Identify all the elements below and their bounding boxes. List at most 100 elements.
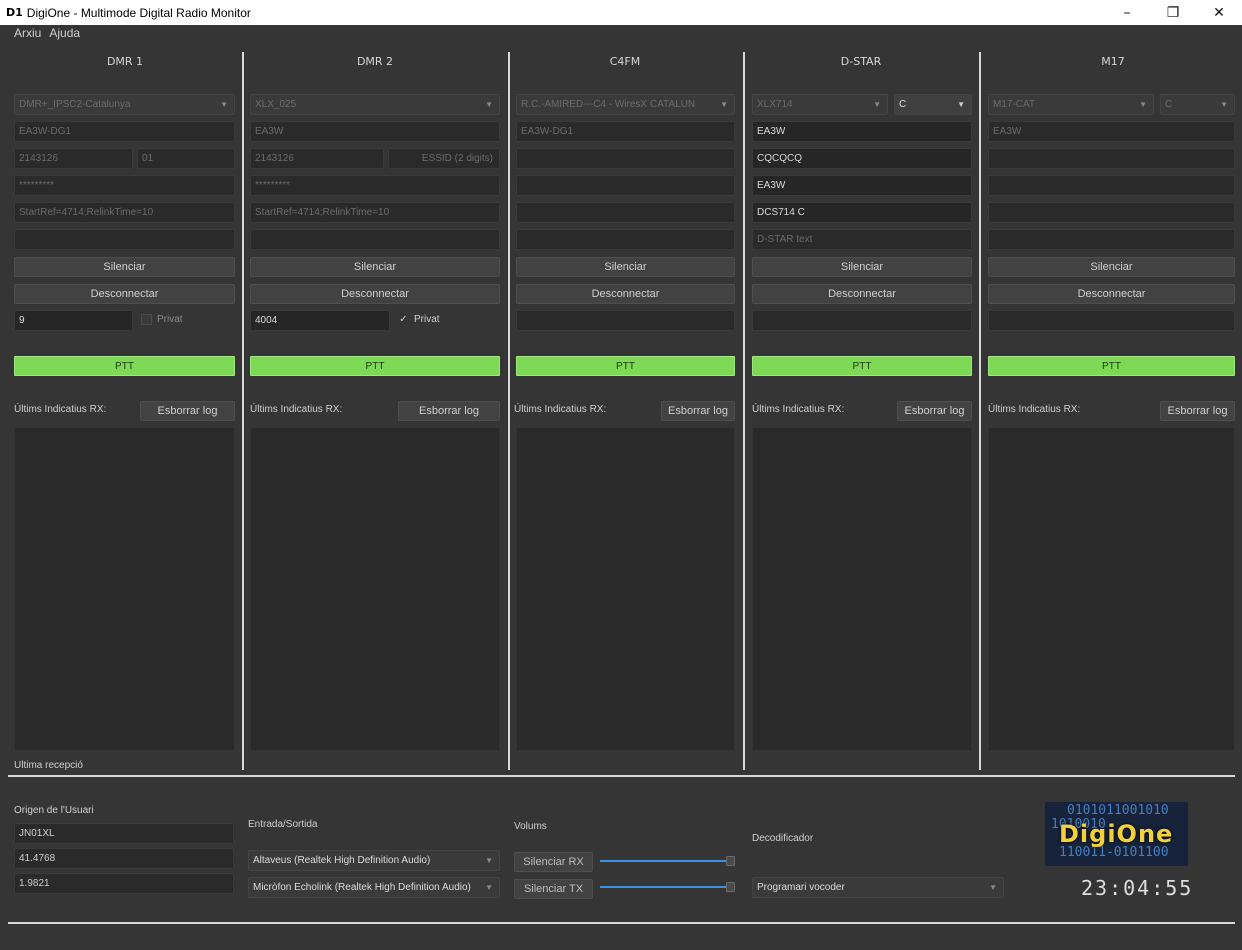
- reflector-select[interactable]: XLX_025 ▼: [250, 94, 500, 115]
- private-checkbox[interactable]: Privat: [141, 314, 183, 325]
- callsign-field[interactable]: EA3W-DG1: [516, 121, 735, 142]
- ptt-button[interactable]: PTT: [14, 356, 235, 376]
- callsign-field[interactable]: EA3W: [988, 121, 1235, 142]
- callsign-field[interactable]: EA3W-DG1: [14, 121, 235, 142]
- column-title: M17: [1101, 54, 1125, 68]
- dmr-id-field[interactable]: 2143126: [250, 148, 384, 169]
- disconnect-button[interactable]: Desconnectar: [14, 284, 235, 304]
- rx-callsigns-label: Últims Indicatius RX:: [250, 404, 343, 415]
- input-device-select[interactable]: Micròfon Echolink (Realtek High Definiti…: [248, 877, 500, 898]
- minimize-icon[interactable]: –: [1104, 0, 1150, 25]
- chevron-down-icon: ▼: [220, 100, 228, 109]
- chevron-down-icon: ▼: [989, 883, 997, 892]
- rx-log-list[interactable]: [14, 427, 235, 751]
- rpt1-field[interactable]: EA3W: [752, 175, 972, 196]
- field-4[interactable]: [988, 202, 1235, 223]
- longitude-field[interactable]: 1.9821: [14, 873, 234, 894]
- slider-handle[interactable]: [726, 856, 735, 866]
- decoder-select[interactable]: Programari vocoder ▼: [752, 877, 1004, 898]
- module-select[interactable]: C ▼: [1160, 94, 1235, 115]
- latitude-field[interactable]: 41.4768: [14, 848, 234, 869]
- rx-log-list[interactable]: [516, 427, 735, 751]
- reflector-select[interactable]: R.C.-AMIRED---C4 - WiresX CATALUN ▼: [516, 94, 735, 115]
- private-checkbox[interactable]: ✓ Privat: [398, 314, 439, 325]
- rpt2-field[interactable]: DCS714 C: [752, 202, 972, 223]
- rx-log-list[interactable]: [988, 427, 1235, 751]
- silence-button[interactable]: Silenciar: [752, 257, 972, 277]
- extra-field[interactable]: [14, 229, 235, 250]
- disconnect-button[interactable]: Desconnectar: [752, 284, 972, 304]
- essid-field[interactable]: 01: [137, 148, 235, 169]
- slider-handle[interactable]: [726, 882, 735, 892]
- maximize-icon[interactable]: ❐: [1150, 0, 1196, 25]
- field-2[interactable]: [516, 148, 735, 169]
- clear-log-button[interactable]: Esborrar log: [398, 401, 500, 421]
- disconnect-button[interactable]: Desconnectar: [516, 284, 735, 304]
- column-title: DMR 2: [356, 54, 394, 68]
- checkmark-icon: ✓: [399, 314, 408, 325]
- field-3[interactable]: [988, 175, 1235, 196]
- rx-log-list[interactable]: [250, 427, 500, 751]
- menu-ajuda[interactable]: Ajuda: [49, 26, 80, 40]
- talkgroup-field[interactable]: [516, 310, 735, 331]
- ptt-button[interactable]: PTT: [516, 356, 735, 376]
- field-4[interactable]: [516, 202, 735, 223]
- user-callsign-field[interactable]: JN01XL: [14, 823, 234, 844]
- app-icon: D1: [6, 6, 23, 19]
- rx-callsigns-label: Últims Indicatius RX:: [514, 404, 607, 415]
- ptt-button[interactable]: PTT: [250, 356, 500, 376]
- rx-callsigns-label: Últims Indicatius RX:: [752, 404, 845, 415]
- output-device-select[interactable]: Altaveus (Realtek High Definition Audio)…: [248, 850, 500, 871]
- window-controls: – ❐ ✕: [1104, 0, 1242, 25]
- rx-volume-slider[interactable]: [600, 856, 735, 866]
- password-field[interactable]: *********: [14, 175, 235, 196]
- logo-binary: 0101011001010: [1067, 803, 1169, 818]
- last-reception-label: Ultima recepció: [14, 760, 83, 771]
- rx-log-list[interactable]: [752, 427, 972, 751]
- silence-button[interactable]: Silenciar: [516, 257, 735, 277]
- clear-log-button[interactable]: Esborrar log: [661, 401, 735, 421]
- disconnect-button[interactable]: Desconnectar: [250, 284, 500, 304]
- callsign-field[interactable]: EA3W: [250, 121, 500, 142]
- tx-volume-slider[interactable]: [600, 882, 735, 892]
- user-origin-label: Origen de l'Usuari: [14, 805, 94, 816]
- reflector-select[interactable]: XLX714 ▼: [752, 94, 888, 115]
- disconnect-button[interactable]: Desconnectar: [988, 284, 1235, 304]
- menu-arxiu[interactable]: Arxiu: [14, 26, 41, 40]
- talkgroup-field[interactable]: [752, 310, 972, 331]
- mute-rx-button[interactable]: Silenciar RX: [514, 852, 593, 872]
- silence-button[interactable]: Silenciar: [988, 257, 1235, 277]
- field-5[interactable]: [516, 229, 735, 250]
- chevron-down-icon: ▼: [873, 100, 881, 109]
- dstar-text-field[interactable]: D-STAR text: [752, 229, 972, 250]
- urcall-field[interactable]: CQCQCQ: [752, 148, 972, 169]
- silence-button[interactable]: Silenciar: [250, 257, 500, 277]
- talkgroup-field[interactable]: 4004: [250, 310, 390, 331]
- options-field[interactable]: StartRef=4714;RelinkTime=10: [250, 202, 500, 223]
- module-select[interactable]: C ▼: [894, 94, 972, 115]
- column-title: D-STAR: [840, 54, 882, 68]
- callsign-field[interactable]: EA3W: [752, 121, 972, 142]
- chevron-down-icon: ▼: [485, 856, 493, 865]
- password-field[interactable]: *********: [250, 175, 500, 196]
- options-field[interactable]: StartRef=4714;RelinkTime=10: [14, 202, 235, 223]
- clear-log-button[interactable]: Esborrar log: [140, 401, 235, 421]
- field-3[interactable]: [516, 175, 735, 196]
- rx-callsigns-label: Últims Indicatius RX:: [988, 404, 1081, 415]
- reflector-select[interactable]: DMR+_IPSC2-Catalunya ▼: [14, 94, 235, 115]
- reflector-select[interactable]: M17-CAT ▼: [988, 94, 1154, 115]
- ptt-button[interactable]: PTT: [752, 356, 972, 376]
- close-icon[interactable]: ✕: [1196, 0, 1242, 25]
- clear-log-button[interactable]: Esborrar log: [897, 401, 972, 421]
- talkgroup-field[interactable]: [988, 310, 1235, 331]
- silence-button[interactable]: Silenciar: [14, 257, 235, 277]
- mute-tx-button[interactable]: Silenciar TX: [514, 879, 593, 899]
- ptt-button[interactable]: PTT: [988, 356, 1235, 376]
- field-5[interactable]: [988, 229, 1235, 250]
- clear-log-button[interactable]: Esborrar log: [1160, 401, 1235, 421]
- essid-field[interactable]: ESSID (2 digits): [388, 148, 500, 169]
- field-2[interactable]: [988, 148, 1235, 169]
- dmr-id-field[interactable]: 2143126: [14, 148, 133, 169]
- talkgroup-field[interactable]: 9: [14, 310, 133, 331]
- extra-field[interactable]: [250, 229, 500, 250]
